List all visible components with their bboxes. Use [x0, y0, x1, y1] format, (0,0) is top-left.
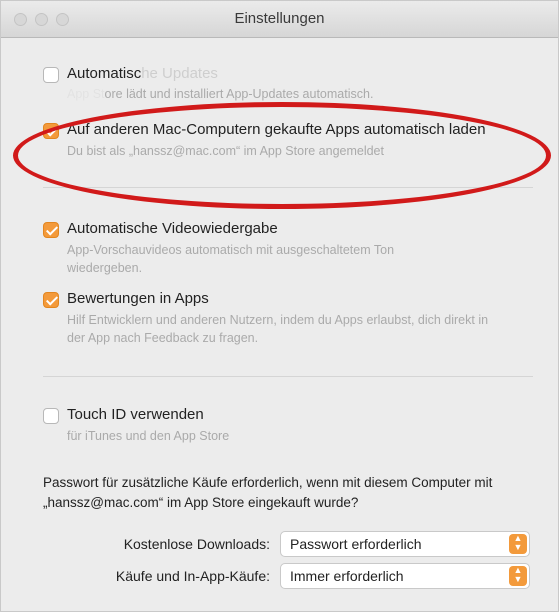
- free-downloads-select[interactable]: Passwort erforderlich ▲ ▼: [280, 531, 530, 557]
- video-autoplay-label: Automatische Videowiedergabe: [67, 220, 278, 237]
- auto-download-purchased-label: Auf anderen Mac-Computern gekaufte Apps …: [67, 121, 486, 138]
- obscured-text-overlay: [63, 85, 105, 103]
- in-app-ratings-description: Hilf Entwicklern und anderen Nutzern, in…: [67, 313, 489, 345]
- touch-id-checkbox[interactable]: [43, 408, 59, 424]
- video-autoplay-checkbox[interactable]: [43, 222, 59, 238]
- free-downloads-value: Passwort erforderlich: [290, 536, 422, 552]
- free-downloads-label: Kostenlose Downloads:: [123, 536, 270, 552]
- touch-id-description: für iTunes und den App Store: [67, 429, 230, 443]
- auto-download-purchased-description: Du bist als „hanssz@mac.com“ im App Stor…: [67, 144, 384, 158]
- obscured-text-overlay: [141, 63, 236, 83]
- password-note: Passwort für zusätzliche Käufe erforderl…: [43, 475, 493, 510]
- popup-arrows-icon: ▲ ▼: [509, 566, 527, 586]
- touch-id-label: Touch ID verwenden: [67, 406, 204, 423]
- video-autoplay-description: App-Vorschauvideos automatisch mit ausge…: [67, 243, 395, 275]
- purchases-select[interactable]: Immer erforderlich ▲ ▼: [280, 563, 530, 589]
- separator: [43, 376, 533, 377]
- auto-updates-description: App Store lädt und installiert App-Updat…: [67, 87, 374, 101]
- auto-updates-checkbox[interactable]: [43, 67, 59, 83]
- title-bar: Einstellungen: [1, 1, 558, 38]
- preferences-window: Einstellungen Automatische Updates App S…: [0, 0, 559, 612]
- in-app-ratings-checkbox[interactable]: [43, 292, 59, 308]
- purchases-value: Immer erforderlich: [290, 568, 404, 584]
- in-app-ratings-label: Bewertungen in Apps: [67, 290, 209, 307]
- popup-arrows-icon: ▲ ▼: [509, 534, 527, 554]
- separator: [43, 187, 533, 188]
- window-title: Einstellungen: [234, 10, 325, 27]
- auto-download-purchased-checkbox[interactable]: [43, 123, 59, 139]
- purchases-label: Käufe und In-App-Käufe:: [115, 568, 270, 584]
